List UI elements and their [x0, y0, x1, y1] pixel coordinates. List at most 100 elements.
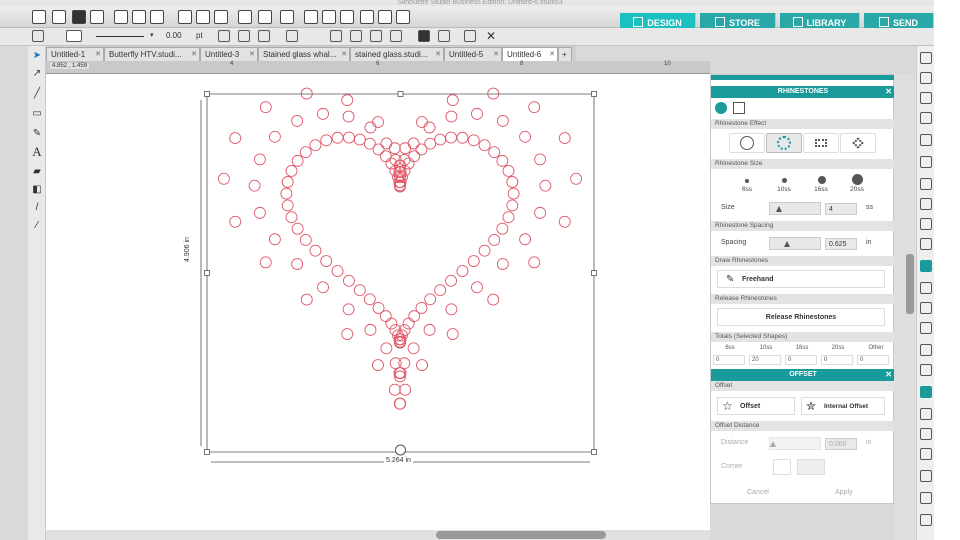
close-tab-icon[interactable]: ✕: [435, 48, 441, 61]
selection-handle[interactable]: [204, 449, 210, 455]
tab-stained-glass-whale[interactable]: Stained glass whal... ✕: [258, 47, 350, 61]
pan-hand-icon[interactable]: [378, 10, 392, 24]
close-tab-icon[interactable]: ✕: [493, 48, 499, 61]
replicate-icon[interactable]: [214, 10, 228, 24]
tab-untitled-1[interactable]: Untitled-1 ✕: [46, 47, 104, 61]
zoom-out-icon[interactable]: [322, 10, 336, 24]
effect-grid-fill[interactable]: [803, 133, 839, 153]
rhinestone-tool-icon[interactable]: [438, 30, 450, 42]
sketch-icon[interactable]: [920, 322, 932, 334]
rectangle-tool-icon[interactable]: ▭: [31, 108, 43, 120]
slider-knob[interactable]: [784, 241, 790, 247]
move-down-icon[interactable]: [360, 10, 374, 24]
new-tab-button[interactable]: +: [558, 47, 572, 61]
rotate-handle[interactable]: [395, 444, 406, 456]
close-tab-icon[interactable]: ✕: [341, 48, 347, 61]
ungroup-icon[interactable]: [258, 10, 272, 24]
size-16ss-dot[interactable]: [818, 176, 826, 184]
panel-scrollbar[interactable]: [906, 254, 914, 314]
rhinestone-heart-design[interactable]: [46, 74, 710, 530]
line-color-icon[interactable]: [920, 112, 932, 124]
rhinestone-panel-icon[interactable]: [920, 260, 932, 272]
fill-pattern-icon[interactable]: [32, 30, 44, 42]
text-tool-icon[interactable]: A: [31, 145, 43, 158]
tab-untitled-3[interactable]: Untitled-3 ✕: [200, 47, 258, 61]
bring-to-front-icon[interactable]: [370, 30, 382, 42]
layers-icon[interactable]: [920, 344, 932, 356]
library-panel-icon[interactable]: [920, 364, 932, 376]
tab-untitled-6[interactable]: Untitled-6 ✕: [502, 47, 558, 61]
bring-forward-icon[interactable]: [330, 30, 342, 42]
spacing-slider[interactable]: [769, 237, 821, 250]
eyedropper-icon[interactable]: ⁄: [31, 220, 43, 232]
drawing-tool-icon[interactable]: ✎: [31, 128, 43, 140]
tab-untitled-5[interactable]: Untitled-5 ✕: [444, 47, 502, 61]
corner-sharp-button[interactable]: [773, 459, 791, 475]
print-cut-icon[interactable]: [920, 408, 932, 420]
rhinestone-mode-icon[interactable]: [715, 102, 727, 114]
close-tab-icon[interactable]: ✕: [95, 48, 101, 61]
align-icon[interactable]: [920, 198, 932, 210]
line-color-swatch[interactable]: [66, 30, 82, 42]
text-style-icon[interactable]: [920, 178, 932, 190]
select-all-icon[interactable]: [280, 10, 294, 24]
group-icon[interactable]: [238, 10, 252, 24]
point-edit-icon[interactable]: ↗: [31, 68, 43, 80]
paint-bucket-icon[interactable]: [418, 30, 430, 42]
warp-icon[interactable]: [920, 492, 932, 504]
line-style-selector[interactable]: [96, 36, 144, 37]
scroll-thumb[interactable]: [436, 531, 606, 539]
replicate-panel-icon[interactable]: [920, 218, 932, 230]
distribute-icon[interactable]: [258, 30, 270, 42]
size-input[interactable]: 4: [825, 203, 857, 215]
page-setup-icon[interactable]: [920, 52, 932, 64]
close-tab-icon[interactable]: ✕: [249, 48, 255, 61]
send-to-back-icon[interactable]: [390, 30, 402, 42]
cut-icon[interactable]: [114, 10, 128, 24]
new-file-icon[interactable]: [32, 10, 46, 24]
distance-input[interactable]: 0.000: [825, 438, 857, 450]
close-icon[interactable]: ✕: [885, 86, 892, 98]
copy-icon[interactable]: [132, 10, 146, 24]
effect-random-fill[interactable]: [840, 133, 876, 153]
close-tab-icon[interactable]: ✕: [191, 48, 197, 61]
line-tool-icon[interactable]: ╱: [31, 88, 43, 100]
apply-button[interactable]: Apply: [835, 489, 853, 496]
fit-page-icon[interactable]: [396, 10, 410, 24]
knife-icon[interactable]: /: [31, 202, 43, 214]
trace-icon[interactable]: [920, 302, 932, 314]
gradient-icon[interactable]: [920, 134, 932, 146]
selection-handle[interactable]: [204, 270, 210, 276]
cancel-button[interactable]: Cancel: [747, 489, 769, 496]
arrange-icon[interactable]: [286, 30, 298, 42]
size-slider[interactable]: [769, 202, 821, 215]
close-icon[interactable]: ✕: [885, 369, 892, 381]
line-tool-icon[interactable]: [218, 30, 230, 42]
selection-handle[interactable]: [591, 91, 597, 97]
transparency-icon[interactable]: [920, 156, 932, 168]
knife-panel-icon[interactable]: [920, 470, 932, 482]
effect-dotted-circle[interactable]: [766, 133, 802, 153]
send-backward-icon[interactable]: [350, 30, 362, 42]
zoom-in-icon[interactable]: [304, 10, 318, 24]
close-icon[interactable]: ✕: [486, 29, 496, 43]
select-arrow-icon[interactable]: ➤: [31, 50, 43, 62]
offset-panel-icon[interactable]: [920, 282, 932, 294]
modify-icon[interactable]: [920, 238, 932, 250]
open-folder-icon[interactable]: [52, 10, 66, 24]
freehand-button[interactable]: ✎ Freehand: [717, 270, 885, 288]
3d-box-icon[interactable]: [464, 30, 476, 42]
effect-single-circle[interactable]: [729, 133, 765, 153]
size-6ss-dot[interactable]: [745, 179, 749, 183]
offset-button[interactable]: ☆ Offset: [717, 397, 795, 415]
print-icon[interactable]: [90, 10, 104, 24]
design-canvas[interactable]: 5.264 in 4.906 in: [46, 74, 710, 530]
paste-icon[interactable]: [150, 10, 164, 24]
panel-drag-bar[interactable]: [711, 75, 895, 80]
horizontal-scrollbar[interactable]: [46, 530, 710, 540]
fill-tool-icon[interactable]: ▰: [31, 166, 43, 178]
corner-round-button[interactable]: [797, 459, 825, 475]
fill-color-icon[interactable]: [920, 92, 932, 104]
undo-icon[interactable]: [178, 10, 192, 24]
settings-gear-icon[interactable]: [920, 514, 932, 526]
